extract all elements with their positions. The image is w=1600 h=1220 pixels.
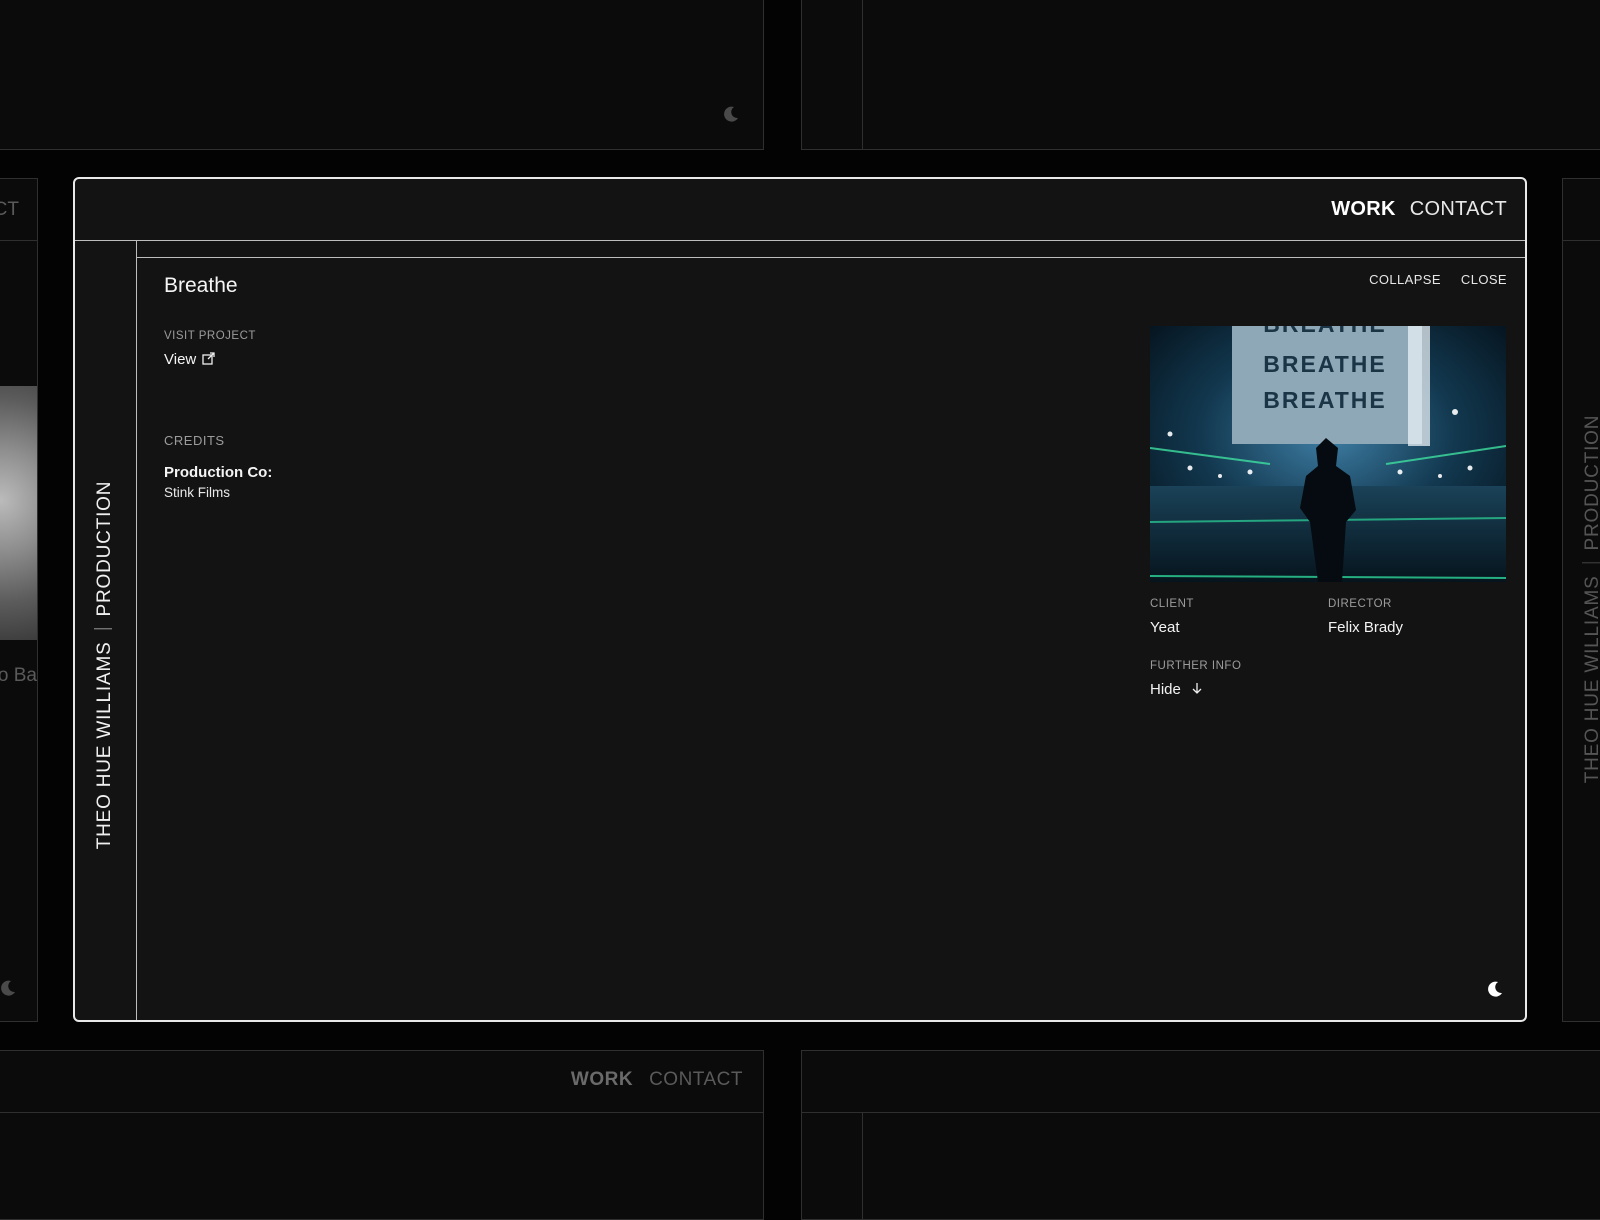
visit-project-label: VISIT PROJECT xyxy=(164,330,256,342)
credits-label: CREDITS xyxy=(164,433,225,448)
sidebar-label[interactable]: THEO HUE WILLIAMS PRODUCTION xyxy=(94,480,116,850)
sidebar-role: PRODUCTION xyxy=(94,480,115,617)
visit-project-section: VISIT PROJECT View xyxy=(164,330,256,369)
view-link-label: View xyxy=(164,351,197,368)
credits-section: CREDITS Production Co: Stink Films xyxy=(164,433,272,500)
project-panel: Breathe COLLAPSE CLOSE VISIT PROJECT View… xyxy=(137,258,1525,1020)
bg-tile-top-right xyxy=(801,0,1600,150)
panel-actions: COLLAPSE CLOSE xyxy=(1369,272,1507,287)
bg-bottom-nav: WORK CONTACT xyxy=(570,1069,743,1090)
moon-icon xyxy=(1,980,15,996)
image-text-3: BREATHE xyxy=(1263,326,1386,337)
arrow-down-icon xyxy=(1192,683,1202,694)
moon-icon[interactable] xyxy=(1486,980,1504,998)
project-title: Breathe xyxy=(164,274,238,297)
hide-toggle-label: Hide xyxy=(1150,681,1181,698)
client-label: CLIENT xyxy=(1150,598,1194,610)
bg-left-image xyxy=(0,386,37,640)
client-value: Yeat xyxy=(1150,619,1180,636)
sidebar: THEO HUE WILLIAMS PRODUCTION xyxy=(75,240,137,1020)
client-section: CLIENT Yeat xyxy=(1150,598,1194,636)
nav-contact-link[interactable]: CONTACT xyxy=(1410,198,1507,220)
bg-tile-right: THEO HUE WILLIAMSPRODUCTION xyxy=(1562,178,1600,1022)
sidebar-divider xyxy=(94,628,112,630)
main-window: WORK CONTACT THEO HUE WILLIAMSPRODUCTION … xyxy=(73,177,1527,1022)
further-info-label: FURTHER INFO xyxy=(1150,660,1242,672)
further-info-section: FURTHER INFO Hide xyxy=(1150,660,1241,698)
credit-value: Stink Films xyxy=(164,485,231,500)
view-project-link[interactable]: View xyxy=(164,351,215,368)
bg-left-nav-fragment: CT xyxy=(0,199,19,220)
credit-key: Production Co: xyxy=(164,464,273,481)
bg-tile-left: CT o Ba xyxy=(0,178,38,1022)
project-image: BREATHE BREATHE BREATHE xyxy=(1150,326,1506,582)
collapse-button[interactable]: COLLAPSE xyxy=(1369,272,1441,287)
director-section: DIRECTOR Felix Brady xyxy=(1328,598,1403,636)
hide-toggle[interactable]: Hide xyxy=(1150,681,1203,698)
close-button[interactable]: CLOSE xyxy=(1461,272,1507,287)
image-text-2: BREATHE xyxy=(1263,387,1386,413)
bg-tile-top-left xyxy=(0,0,764,150)
image-text-1: BREATHE xyxy=(1263,351,1386,377)
director-label: DIRECTOR xyxy=(1328,598,1392,610)
main-nav: WORK CONTACT xyxy=(1331,198,1507,221)
bg-tile-bottom-right xyxy=(801,1050,1600,1220)
director-value: Felix Brady xyxy=(1328,619,1404,636)
sidebar-name: THEO HUE WILLIAMS xyxy=(94,641,115,850)
external-link-icon xyxy=(202,352,215,365)
nav-work-link[interactable]: WORK xyxy=(1331,198,1396,220)
top-bar: WORK CONTACT xyxy=(75,179,1525,241)
bg-right-sidebar-label: THEO HUE WILLIAMSPRODUCTION xyxy=(1582,414,1600,784)
moon-icon xyxy=(724,106,738,122)
bg-tile-bottom-left: WORK CONTACT xyxy=(0,1050,764,1220)
bg-left-title-fragment: o Ba xyxy=(0,665,37,686)
